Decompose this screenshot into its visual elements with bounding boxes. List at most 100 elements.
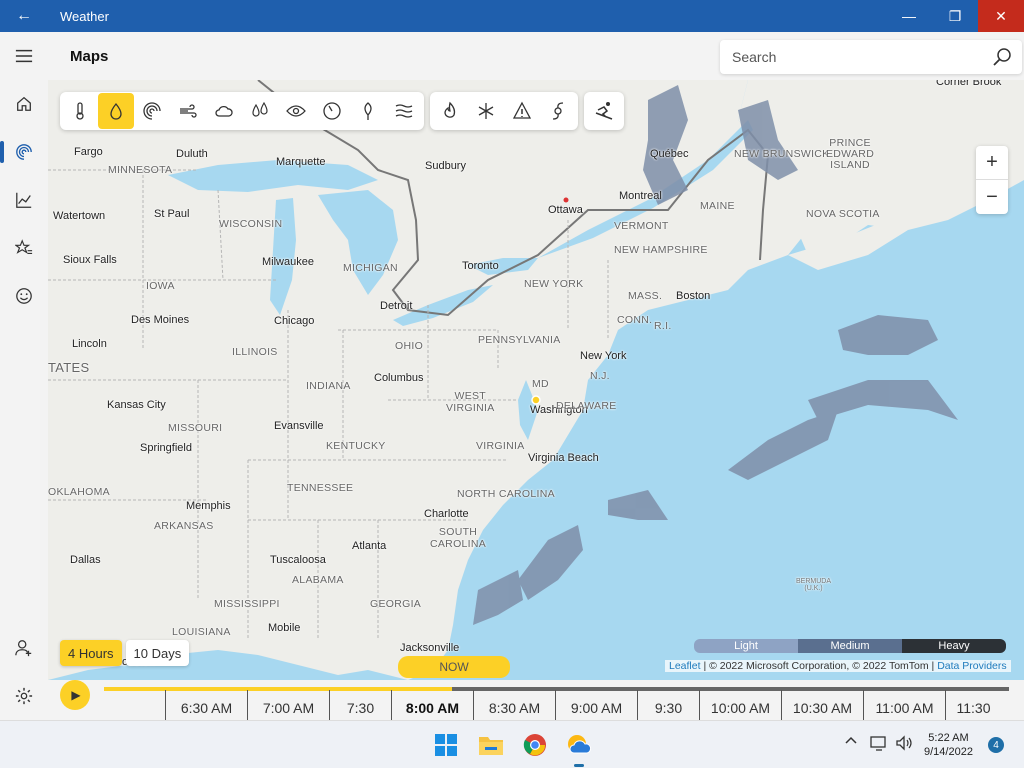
time-tick[interactable]: 9:30 [637, 690, 699, 720]
layer-pollen-button[interactable] [350, 93, 386, 129]
layer-precipitation-button[interactable] [98, 93, 134, 129]
timeline-bar: ▶ 6:30 AM 7:00 AM 7:30 8:00 AM 8:30 AM 9… [48, 680, 1024, 720]
map-attribution: Leaflet | © 2022 Microsoft Corporation, … [665, 660, 1011, 672]
city-label: Dallas [70, 554, 101, 566]
state-label: R.I. [654, 320, 672, 332]
layer-radar-button[interactable] [134, 93, 170, 129]
minimize-button[interactable]: — [886, 0, 932, 32]
play-button[interactable]: ▶ [60, 680, 90, 710]
clock-date: 9/14/2022 [924, 746, 973, 758]
nav-settings[interactable] [0, 676, 48, 716]
network-button[interactable] [870, 735, 888, 754]
layer-cloud-button[interactable] [206, 93, 242, 129]
layer-fire-button[interactable] [432, 93, 468, 129]
close-button[interactable]: ✕ [978, 0, 1024, 32]
minimize-icon: — [902, 8, 916, 24]
map-basemap [48, 80, 1024, 710]
range-10-days-button[interactable]: 10 Days [125, 640, 190, 666]
humidity-icon [252, 101, 268, 117]
close-icon: ✕ [995, 7, 1007, 24]
menu-button[interactable] [0, 36, 48, 76]
snowflake-icon [478, 103, 494, 119]
city-label: Montreal [619, 190, 662, 202]
time-tick-current[interactable]: 8:00 AM [391, 690, 473, 720]
layer-humidity-button[interactable] [242, 93, 278, 129]
notification-badge[interactable]: 4 [988, 737, 1004, 753]
layer-ski-button[interactable] [586, 93, 622, 129]
back-arrow-icon: ← [16, 7, 32, 24]
search-box[interactable] [720, 40, 1022, 74]
time-tick[interactable]: 11:30 [945, 690, 1001, 720]
city-label: Québec [650, 148, 689, 160]
window-title: Weather [60, 8, 109, 24]
city-label: Fargo [74, 146, 103, 158]
zoom-out-button[interactable]: − [976, 180, 1008, 214]
tray-overflow-button[interactable] [844, 733, 858, 750]
layer-hurricane-button[interactable] [540, 93, 576, 129]
zoom-in-button[interactable]: + [976, 146, 1008, 180]
time-tick[interactable]: 9:00 AM [555, 690, 637, 720]
state-label: WEST VIRGINIA [446, 390, 495, 414]
layer-alerts-button[interactable] [504, 93, 540, 129]
time-tick[interactable]: 10:30 AM [781, 690, 863, 720]
time-tick[interactable]: 7:30 [329, 690, 391, 720]
city-label: Ottawa [548, 204, 583, 216]
state-label: IOWA [146, 280, 175, 292]
time-tick[interactable]: 10:00 AM [699, 690, 781, 720]
thermometer-icon [76, 102, 84, 120]
file-explorer-button[interactable] [475, 729, 507, 761]
time-tick[interactable]: 8:30 AM [473, 690, 555, 720]
network-icon [870, 736, 886, 751]
search-input[interactable] [720, 40, 960, 74]
range-4-hours-button[interactable]: 4 Hours [60, 640, 122, 666]
weather-app-button[interactable] [563, 729, 595, 767]
page-title: Maps [70, 48, 109, 65]
data-providers-link[interactable]: Data Providers [937, 660, 1006, 672]
radar-icon [16, 144, 32, 160]
favorites-icon [15, 239, 33, 254]
time-tick[interactable]: 11:00 AM [863, 690, 945, 720]
nav-account[interactable] [0, 628, 48, 668]
time-tick[interactable]: 6:30 AM [165, 690, 247, 720]
state-label: WISCONSIN [219, 218, 283, 230]
city-label: Tuscaloosa [270, 554, 326, 566]
state-label: NORTH CAROLINA [457, 488, 555, 500]
chrome-button[interactable] [519, 729, 551, 761]
layer-temperature-button[interactable] [62, 93, 98, 129]
layer-wind-button[interactable] [170, 93, 206, 129]
layer-pressure-button[interactable] [314, 93, 350, 129]
volume-button[interactable] [895, 735, 913, 754]
legend-heavy: Heavy [902, 639, 1006, 653]
layer-snow-button[interactable] [468, 93, 504, 129]
smiley-icon [16, 288, 32, 304]
city-label: Evansville [274, 420, 324, 432]
state-label: PRINCE EDWARD ISLAND [826, 137, 875, 171]
weather-map[interactable]: Fargo Duluth Marquette Sudbury Québec Ot… [48, 80, 1024, 720]
nav-home[interactable] [0, 84, 48, 124]
nav-historical[interactable] [0, 180, 48, 220]
nav-maps[interactable] [0, 132, 48, 172]
time-tick[interactable]: 7:00 AM [247, 690, 329, 720]
restore-button[interactable]: ❐ [932, 0, 978, 32]
state-label: ARKANSAS [154, 520, 214, 532]
back-button[interactable]: ← [0, 0, 48, 32]
state-label: TATES [48, 360, 90, 375]
state-label: MISSOURI [168, 422, 223, 434]
search-icon[interactable] [992, 47, 1012, 67]
play-icon: ▶ [71, 688, 81, 702]
leaflet-link[interactable]: Leaflet [669, 660, 701, 672]
heat-waves-icon [395, 104, 413, 118]
state-label: KENTUCKY [326, 440, 386, 452]
nav-favorites[interactable] [0, 228, 48, 268]
add-person-icon [15, 640, 32, 657]
layer-visibility-button[interactable] [278, 93, 314, 129]
now-marker: NOW [398, 656, 510, 678]
start-button[interactable] [430, 729, 462, 761]
title-bar: ← Weather — ❐ ✕ [0, 0, 1024, 32]
legend-medium: Medium [798, 639, 902, 653]
zoom-controls: + − [976, 146, 1008, 214]
nav-life[interactable] [0, 276, 48, 316]
layer-heat-button[interactable] [386, 93, 422, 129]
taskbar-clock[interactable]: 5:22 AM 9/14/2022 [924, 731, 973, 759]
city-label: Sudbury [425, 160, 466, 172]
